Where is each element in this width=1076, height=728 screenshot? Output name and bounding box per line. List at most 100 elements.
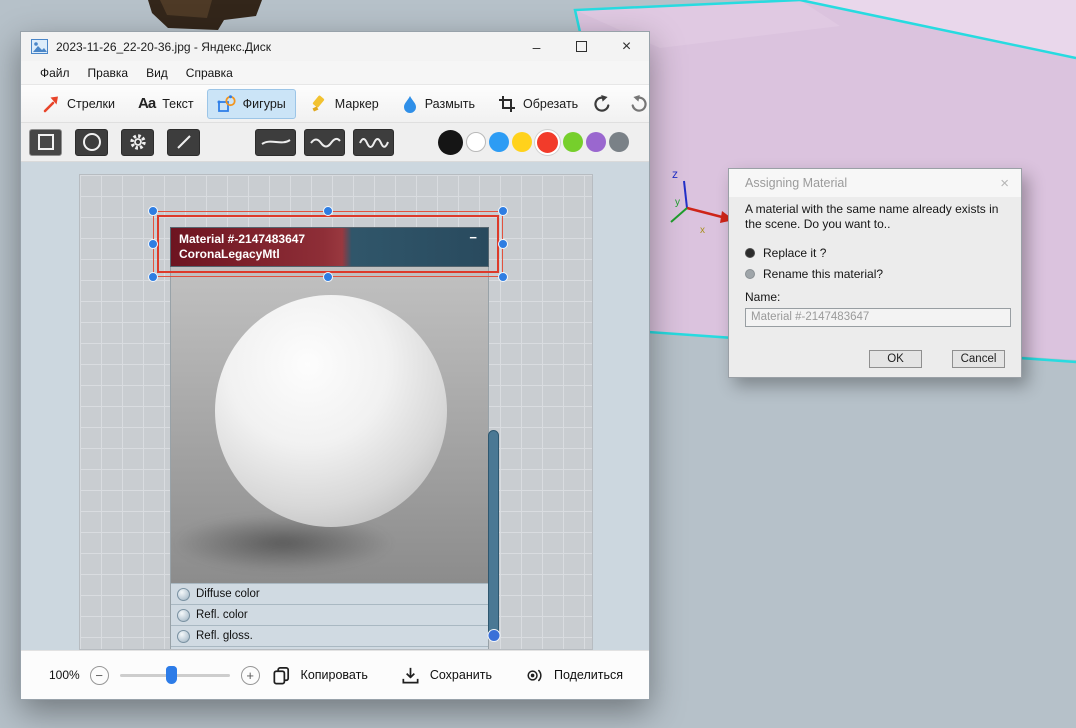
- param-row: Refl. color: [171, 604, 488, 625]
- share-broadcast-icon: [527, 669, 542, 681]
- resize-handle-middle-right[interactable]: [498, 239, 508, 249]
- zoom-out-button[interactable]: −: [89, 665, 109, 685]
- arrows-tool-label: Стрелки: [67, 96, 115, 111]
- replace-radio-label: Replace it ?: [763, 245, 827, 260]
- gear-icon: [129, 134, 146, 150]
- color-swatch-group: [438, 129, 632, 155]
- param-row-partial: [171, 646, 488, 649]
- share-button[interactable]: Поделиться: [524, 665, 623, 686]
- material-name-input[interactable]: [745, 307, 1011, 327]
- param-dot-icon: [177, 608, 190, 622]
- menu-file[interactable]: Файл: [31, 64, 79, 82]
- stroke-style-straight-button[interactable]: [255, 128, 296, 156]
- color-swatch-purple[interactable]: [586, 132, 606, 152]
- menu-edit[interactable]: Правка: [79, 64, 138, 82]
- arrows-tool-button[interactable]: Стрелки: [31, 89, 125, 119]
- zoom-slider[interactable]: [119, 665, 230, 684]
- undo-button[interactable]: [591, 93, 613, 115]
- rectangle-icon: [37, 134, 54, 150]
- rename-radio-button[interactable]: [745, 268, 755, 279]
- param-dot-icon: [177, 587, 190, 601]
- resize-handle-middle-left[interactable]: [148, 239, 158, 249]
- close-button[interactable]: ×: [604, 32, 649, 61]
- history-controls: [591, 93, 666, 115]
- axis-x-label: x: [700, 225, 705, 236]
- param-label: Refl. color: [196, 609, 248, 621]
- replace-radio-row[interactable]: Replace it ?: [745, 246, 1005, 260]
- menu-help[interactable]: Справка: [177, 64, 242, 82]
- stroke-style-zigzag-button[interactable]: [353, 128, 394, 156]
- menu-view[interactable]: Вид: [137, 64, 177, 82]
- zoom-slider-handle[interactable]: [165, 665, 177, 684]
- dialog-radio-group: Replace it ? Rename this material?: [745, 246, 1005, 281]
- rectangle-shape-button[interactable]: [29, 128, 62, 156]
- bottom-action-bar: 100% − + Копировать Сохранить Поделиться: [21, 650, 649, 699]
- stroke-style-wavy-button[interactable]: [304, 128, 345, 156]
- zoom-in-button[interactable]: +: [240, 665, 260, 685]
- shape-options-bar: [21, 123, 649, 162]
- redo-button[interactable]: [628, 93, 650, 115]
- resize-handle-bottom-left[interactable]: [148, 272, 158, 282]
- color-swatch-gray[interactable]: [609, 132, 629, 152]
- param-label: Diffuse color: [196, 588, 260, 600]
- dialog-message: A material with the same name already ex…: [745, 202, 999, 232]
- dialog-close-button[interactable]: ×: [1000, 175, 1009, 192]
- screenshot-editor-window: 2023-11-26_22-20-36.jpg - Яндекс.Диск – …: [20, 31, 650, 700]
- cancel-button[interactable]: Cancel: [952, 350, 1005, 368]
- marker-icon: [312, 95, 324, 111]
- param-row: Diffuse color: [171, 583, 488, 604]
- text-tool-button[interactable]: Aa Текст: [128, 89, 204, 118]
- edit-canvas[interactable]: Material #-2147483647 CoronaLegacyMtl − …: [21, 162, 649, 650]
- line-icon: [176, 135, 191, 149]
- copy-button[interactable]: Копировать: [271, 665, 368, 686]
- material-sphere: [215, 295, 447, 527]
- marker-tool-button[interactable]: Маркер: [299, 89, 389, 119]
- rename-radio-label: Rename this material?: [763, 266, 884, 281]
- minimize-button[interactable]: –: [514, 32, 559, 61]
- rename-radio-row[interactable]: Rename this material?: [745, 267, 1005, 281]
- marker-tool-label: Маркер: [334, 96, 379, 111]
- color-swatch-white[interactable]: [466, 132, 486, 152]
- resize-handle-top-left[interactable]: [148, 206, 158, 216]
- save-button[interactable]: Сохранить: [400, 665, 492, 686]
- menu-bar: Файл Правка Вид Справка: [21, 61, 649, 85]
- color-swatch-black[interactable]: [438, 129, 463, 155]
- rectangle-annotation[interactable]: [148, 206, 508, 282]
- resize-handle-top-right[interactable]: [498, 206, 508, 216]
- resize-handle-bottom-right[interactable]: [498, 272, 508, 282]
- color-swatch-green[interactable]: [563, 132, 583, 152]
- app-icon: [31, 39, 48, 54]
- color-swatch-yellow[interactable]: [512, 132, 532, 152]
- dialog-title: Assigning Material: [745, 176, 848, 190]
- shapes-icon: [217, 94, 236, 112]
- color-swatch-blue[interactable]: [489, 132, 509, 152]
- material-sphere-preview: [170, 267, 489, 583]
- medium-wave-icon: [309, 137, 341, 148]
- replace-radio-button[interactable]: [745, 247, 755, 258]
- ok-button[interactable]: OK: [869, 350, 922, 368]
- axis-y-label: y: [675, 197, 680, 208]
- axis-z-label: z: [672, 167, 678, 181]
- tight-wave-icon: [358, 138, 389, 148]
- maximize-button[interactable]: [559, 32, 604, 61]
- color-swatch-red[interactable]: [535, 129, 560, 155]
- shapes-tool-button[interactable]: Фигуры: [206, 88, 296, 119]
- ellipse-shape-button[interactable]: [75, 128, 108, 156]
- dialog-titlebar: Assigning Material ×: [729, 169, 1021, 197]
- resize-handle-top-middle[interactable]: [323, 206, 333, 216]
- line-shape-button[interactable]: [167, 128, 200, 156]
- share-label: Поделиться: [553, 668, 623, 682]
- material-editor-content: Material #-2147483647 CoronaLegacyMtl − …: [170, 227, 489, 649]
- download-icon: [402, 667, 419, 684]
- crop-icon: [499, 95, 516, 112]
- action-buttons: Копировать Сохранить Поделиться: [271, 665, 623, 686]
- material-params: Diffuse color Refl. color Refl. gloss.: [170, 583, 489, 649]
- blur-tool-button[interactable]: Размыть: [392, 89, 485, 119]
- assigning-material-dialog: Assigning Material × A material with the…: [728, 168, 1022, 378]
- shape-settings-button[interactable]: [121, 128, 154, 156]
- save-label: Сохранить: [429, 668, 492, 682]
- resize-handle-bottom-middle[interactable]: [323, 272, 333, 282]
- crop-tool-button[interactable]: Обрезать: [488, 89, 588, 119]
- text-icon: Aa: [138, 95, 156, 112]
- main-toolbar: Стрелки Aa Текст Фигуры Маркер Размыть О…: [21, 85, 649, 123]
